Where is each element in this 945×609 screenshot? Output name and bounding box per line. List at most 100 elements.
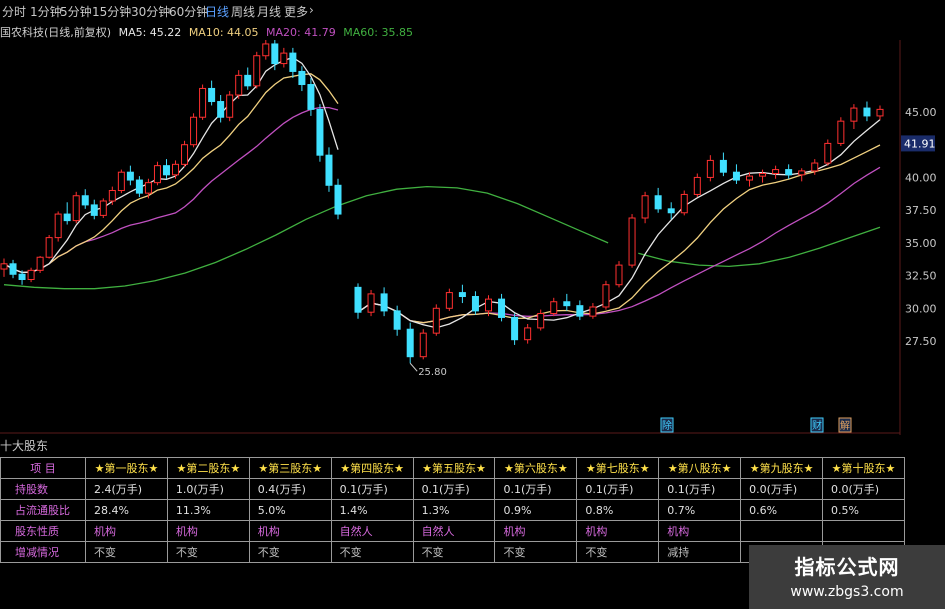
candle-body[interactable] bbox=[563, 301, 571, 307]
candle-body[interactable] bbox=[524, 327, 532, 341]
candle-body[interactable] bbox=[144, 182, 152, 194]
candle-body[interactable] bbox=[458, 292, 466, 298]
candle-body[interactable] bbox=[602, 284, 610, 308]
candle-body[interactable] bbox=[172, 163, 180, 176]
candle-body[interactable] bbox=[36, 256, 44, 271]
candle-body[interactable] bbox=[162, 165, 170, 176]
table-row: 股东性质 机构 机构 机构 自然人 自然人 机构 机构 机构 bbox=[0, 520, 905, 542]
candle-body[interactable] bbox=[72, 195, 80, 222]
ma20-line-right bbox=[357, 166, 881, 324]
candle-body[interactable] bbox=[316, 108, 324, 156]
candle-body[interactable] bbox=[108, 190, 116, 202]
kline-chart[interactable]: 27.50 30.00 32.50 35.00 37.50 40.00 45.00 41.91… bbox=[0, 40, 945, 435]
candle-body[interactable] bbox=[876, 108, 884, 117]
candle-body[interactable] bbox=[307, 84, 315, 110]
candle-body[interactable] bbox=[271, 43, 279, 65]
event-marker-label[interactable]: 解 bbox=[840, 419, 850, 432]
candle-body[interactable] bbox=[785, 169, 793, 176]
candle-body[interactable] bbox=[837, 120, 845, 144]
candle-body[interactable] bbox=[667, 208, 675, 214]
tab-3[interactable]: 15分钟 bbox=[92, 3, 131, 20]
candle-body[interactable] bbox=[289, 52, 297, 72]
candle-body[interactable] bbox=[432, 307, 440, 334]
tab-8[interactable]: 月线 bbox=[257, 3, 281, 20]
candle-body[interactable] bbox=[226, 94, 234, 118]
tab-0[interactable]: 分时 bbox=[2, 3, 26, 20]
candle-body[interactable] bbox=[772, 169, 780, 175]
candle-body[interactable] bbox=[235, 74, 243, 96]
candle-body[interactable] bbox=[628, 217, 636, 266]
candle-body[interactable] bbox=[117, 171, 125, 192]
candle-body[interactable] bbox=[153, 165, 161, 184]
candle-body[interactable] bbox=[393, 310, 401, 330]
tab-2[interactable]: 5分钟 bbox=[60, 3, 92, 20]
candle-body[interactable] bbox=[798, 170, 806, 176]
candle-body[interactable] bbox=[262, 43, 270, 57]
tab-4[interactable]: 30分钟 bbox=[131, 3, 170, 20]
candle-body[interactable] bbox=[589, 306, 597, 317]
chevron-right-icon[interactable]: › bbox=[309, 3, 314, 17]
tab-5[interactable]: 60分钟 bbox=[169, 3, 208, 20]
candle-body[interactable] bbox=[280, 52, 288, 65]
candle-body[interactable] bbox=[190, 116, 198, 146]
candle-body[interactable] bbox=[719, 159, 727, 173]
candle-body[interactable] bbox=[380, 293, 388, 312]
candle-body[interactable] bbox=[354, 286, 362, 313]
candle-body[interactable] bbox=[576, 305, 584, 317]
candle-body[interactable] bbox=[126, 171, 134, 181]
candle-body[interactable] bbox=[850, 107, 858, 122]
candle-body[interactable] bbox=[419, 332, 427, 358]
candle-body[interactable] bbox=[811, 162, 819, 172]
candle-body[interactable] bbox=[550, 301, 558, 315]
candle-body[interactable] bbox=[181, 144, 189, 165]
candle-body[interactable] bbox=[746, 175, 753, 181]
candle-body[interactable] bbox=[334, 184, 342, 215]
candle-body[interactable] bbox=[81, 195, 89, 206]
event-marker-label[interactable]: 财 bbox=[812, 419, 822, 432]
candle-body[interactable] bbox=[298, 70, 306, 86]
candle-body[interactable] bbox=[45, 237, 53, 258]
candle-body[interactable] bbox=[498, 298, 506, 318]
tab-6[interactable]: 日线 bbox=[205, 3, 229, 20]
candle-body[interactable] bbox=[244, 74, 252, 87]
candle-body[interactable] bbox=[27, 269, 35, 280]
candle-body[interactable] bbox=[511, 316, 519, 341]
candle-body[interactable] bbox=[680, 193, 688, 214]
tab-1[interactable]: 1分钟 bbox=[30, 3, 62, 20]
candle-body[interactable] bbox=[0, 263, 8, 270]
candle-body[interactable] bbox=[863, 107, 871, 117]
tab-9[interactable]: 更多 bbox=[284, 3, 308, 20]
candle-body[interactable] bbox=[654, 195, 662, 210]
low-annotation: 25.80 bbox=[418, 367, 447, 378]
candle-body[interactable] bbox=[615, 264, 623, 286]
candle-body[interactable] bbox=[90, 204, 98, 216]
candle-body[interactable] bbox=[18, 273, 26, 280]
candle-body[interactable] bbox=[9, 263, 17, 275]
candle-body[interactable] bbox=[135, 179, 143, 194]
candle-body[interactable] bbox=[253, 55, 261, 87]
candle-body[interactable] bbox=[641, 195, 649, 219]
candle-body[interactable] bbox=[485, 298, 492, 312]
candle-body[interactable] bbox=[445, 292, 453, 309]
candle-body[interactable] bbox=[325, 154, 333, 186]
candle-body[interactable] bbox=[208, 87, 216, 103]
candle-body[interactable] bbox=[99, 200, 107, 216]
candle-body[interactable] bbox=[706, 159, 714, 178]
candle-body[interactable] bbox=[693, 176, 701, 195]
candle-body[interactable] bbox=[471, 296, 479, 312]
table-cell: 0.7% bbox=[658, 499, 742, 521]
candle-body[interactable] bbox=[217, 101, 225, 118]
candle-body[interactable] bbox=[732, 171, 740, 181]
candle-body[interactable] bbox=[824, 142, 832, 164]
table-cell: 不变 bbox=[330, 541, 414, 563]
candle-body[interactable] bbox=[199, 87, 207, 118]
candle-body[interactable] bbox=[406, 328, 414, 358]
candle-body[interactable] bbox=[537, 313, 545, 329]
table-cell: 不变 bbox=[576, 541, 660, 563]
event-marker-label[interactable]: 除 bbox=[662, 419, 672, 432]
candle-body[interactable] bbox=[367, 293, 375, 313]
candle-body[interactable] bbox=[63, 213, 71, 222]
candle-body[interactable] bbox=[54, 213, 62, 239]
tab-7[interactable]: 周线 bbox=[231, 3, 255, 20]
candle-body[interactable] bbox=[759, 173, 767, 177]
